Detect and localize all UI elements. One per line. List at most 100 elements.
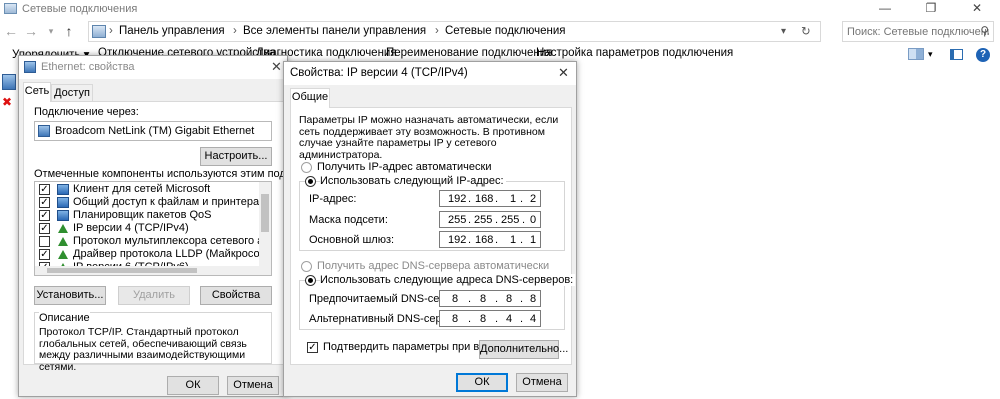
- adapter-name: Broadcom NetLink (TM) Gigabit Ethernet: [55, 125, 255, 137]
- ip-octet: 255: [448, 214, 467, 226]
- protocol-icon: [58, 224, 68, 233]
- preferred-dns-field[interactable]: 8. 8. 8. 8: [439, 290, 541, 307]
- validate-checkbox[interactable]: ✓: [307, 342, 318, 353]
- ipv4-dialog-title-bar: Свойства: IP версии 4 (TCP/IPv4) ✕: [284, 62, 576, 85]
- list-item[interactable]: ✓ Планировщик пакетов QoS: [37, 209, 257, 222]
- component-checkbox[interactable]: ✓: [39, 223, 50, 234]
- minimize-button[interactable]: —: [862, 0, 908, 18]
- search-input[interactable]: [843, 22, 993, 41]
- ip-octet: 4: [506, 313, 513, 325]
- address-bar[interactable]: › Панель управления › Все элементы панел…: [88, 21, 821, 42]
- ip-octet: 4: [530, 313, 537, 325]
- ip-octet: 8: [480, 313, 487, 325]
- ipv4-ok-button[interactable]: ОК: [456, 373, 508, 392]
- ip-octet: 192: [448, 193, 467, 205]
- subnet-label: Маска подсети:: [309, 214, 388, 226]
- component-label: Общий доступ к файлам и принтерам для се…: [73, 196, 271, 208]
- manual-ip-label[interactable]: Использовать следующий IP-адрес:: [320, 175, 506, 187]
- auto-ip-label[interactable]: Получить IP-адрес автоматически: [317, 161, 491, 173]
- breadcrumb-control-panel[interactable]: Панель управления: [119, 25, 225, 37]
- close-icon[interactable]: ✕: [271, 59, 282, 75]
- alternate-dns-field[interactable]: 8. 8. 4. 4: [439, 310, 541, 327]
- breadcrumb-separator: ›: [233, 25, 237, 37]
- maximize-button[interactable]: ❐: [908, 0, 954, 18]
- list-item[interactable]: ✓ IP версии 4 (TCP/IPv4): [37, 222, 257, 235]
- manual-dns-label[interactable]: Использовать следующие адреса DNS-сервер…: [320, 274, 576, 286]
- view-options-icon[interactable]: [908, 48, 924, 60]
- ethernet-properties-dialog: Ethernet: свойства ✕ Сеть Доступ Подключ…: [18, 55, 346, 397]
- component-label: Протокол мультиплексора сетевого адаптер…: [73, 235, 271, 247]
- view-dropdown-icon[interactable]: ▾: [928, 49, 933, 60]
- ip-octet: 8: [452, 313, 459, 325]
- component-checkbox[interactable]: ✓: [39, 210, 50, 221]
- gateway-field[interactable]: 192. 168. 1. 1: [439, 231, 541, 248]
- ethernet-ok-button[interactable]: ОК: [167, 376, 219, 395]
- manual-ip-radio[interactable]: [305, 176, 316, 187]
- tab-general[interactable]: Общие: [290, 88, 330, 108]
- auto-dns-label[interactable]: Получить адрес DNS-сервера автоматически: [317, 260, 549, 272]
- tab-sharing[interactable]: Доступ: [51, 84, 93, 102]
- ip-octet: 2: [530, 193, 537, 205]
- component-checkbox[interactable]: ✓: [39, 184, 50, 195]
- search-box[interactable]: ⚲: [842, 21, 994, 42]
- component-checkbox[interactable]: ✓: [39, 249, 50, 260]
- adapter-icon: [38, 125, 50, 137]
- description-title: Описание: [39, 312, 90, 324]
- auto-dns-radio[interactable]: [301, 261, 312, 272]
- rename-command[interactable]: Переименование подключения: [386, 47, 552, 59]
- component-label: Драйвер протокола LLDP (Майкрософт): [73, 248, 272, 260]
- help-icon[interactable]: ?: [976, 48, 990, 62]
- properties-button[interactable]: Свойства: [200, 286, 272, 305]
- tab-network[interactable]: Сеть: [23, 82, 51, 102]
- list-item[interactable]: Протокол мультиплексора сетевого адаптер…: [37, 235, 271, 248]
- remove-button[interactable]: Удалить: [118, 286, 190, 305]
- ipv4-cancel-button[interactable]: Отмена: [516, 373, 568, 392]
- close-window-button[interactable]: ✕: [954, 0, 1000, 18]
- horizontal-scrollbar[interactable]: [35, 266, 259, 275]
- subnet-field[interactable]: 255. 255. 255. 0: [439, 211, 541, 228]
- advanced-button[interactable]: Дополнительно...: [479, 340, 568, 359]
- manual-dns-radio[interactable]: [305, 275, 316, 286]
- forward-arrow-icon[interactable]: →: [22, 22, 40, 40]
- list-item[interactable]: ✓ Драйвер протокола LLDP (Майкрософт): [37, 248, 271, 261]
- component-label: Планировщик пакетов QoS: [73, 209, 212, 221]
- ip-address-field[interactable]: 192. 168. 1. 2: [439, 190, 541, 207]
- install-button[interactable]: Установить...: [34, 286, 106, 305]
- component-checkbox[interactable]: [39, 236, 50, 247]
- description-group: Описание Протокол TCP/IP. Стандартный пр…: [34, 312, 272, 372]
- refresh-icon[interactable]: ↻: [801, 24, 811, 38]
- configure-button[interactable]: Настроить...: [200, 147, 272, 166]
- list-item[interactable]: ✓ Общий доступ к файлам и принтерам для …: [37, 196, 271, 209]
- connection-icon[interactable]: [2, 74, 16, 90]
- vertical-scrollbar[interactable]: [259, 182, 271, 275]
- component-label: Клиент для сетей Microsoft: [73, 183, 211, 195]
- breadcrumb-network-connections[interactable]: Сетевые подключения: [445, 25, 566, 37]
- scroll-thumb[interactable]: [261, 194, 269, 232]
- ip-octet: 8: [530, 293, 537, 305]
- up-arrow-icon[interactable]: ↑: [60, 22, 78, 40]
- component-label: IP версии 4 (TCP/IPv4): [73, 222, 189, 234]
- back-arrow-icon[interactable]: ←: [2, 22, 20, 40]
- adapter-field: Broadcom NetLink (TM) Gigabit Ethernet: [34, 121, 272, 141]
- component-checkbox[interactable]: ✓: [39, 197, 50, 208]
- ethernet-dialog-title: Ethernet: свойства: [41, 61, 135, 73]
- address-dropdown-icon[interactable]: ▾: [781, 26, 786, 37]
- preview-pane-icon[interactable]: [950, 49, 963, 60]
- close-icon[interactable]: ✕: [558, 65, 569, 81]
- change-settings-command[interactable]: Настройка параметров подключения: [536, 47, 733, 59]
- ethernet-cancel-button[interactable]: Отмена: [227, 376, 279, 395]
- breadcrumb-all-items[interactable]: Все элементы панели управления: [243, 25, 426, 37]
- file-sharing-icon: [57, 197, 69, 208]
- scroll-thumb[interactable]: [47, 268, 197, 273]
- search-icon: ⚲: [980, 24, 989, 38]
- auto-ip-radio[interactable]: [301, 162, 312, 173]
- general-tab-panel: Параметры IP можно назначать автоматичес…: [290, 107, 576, 365]
- components-list[interactable]: ✓ Клиент для сетей Microsoft ✓ Общий дос…: [34, 181, 272, 276]
- protocol-icon: [58, 237, 68, 246]
- ip-address-label: IP-адрес:: [309, 193, 357, 205]
- ipv4-dialog-title: Свойства: IP версии 4 (TCP/IPv4): [290, 67, 468, 79]
- list-item[interactable]: ✓ Клиент для сетей Microsoft: [37, 183, 257, 196]
- recent-chevron-icon[interactable]: ▾: [42, 22, 60, 40]
- gateway-label: Основной шлюз:: [309, 234, 395, 246]
- qos-icon: [57, 210, 69, 221]
